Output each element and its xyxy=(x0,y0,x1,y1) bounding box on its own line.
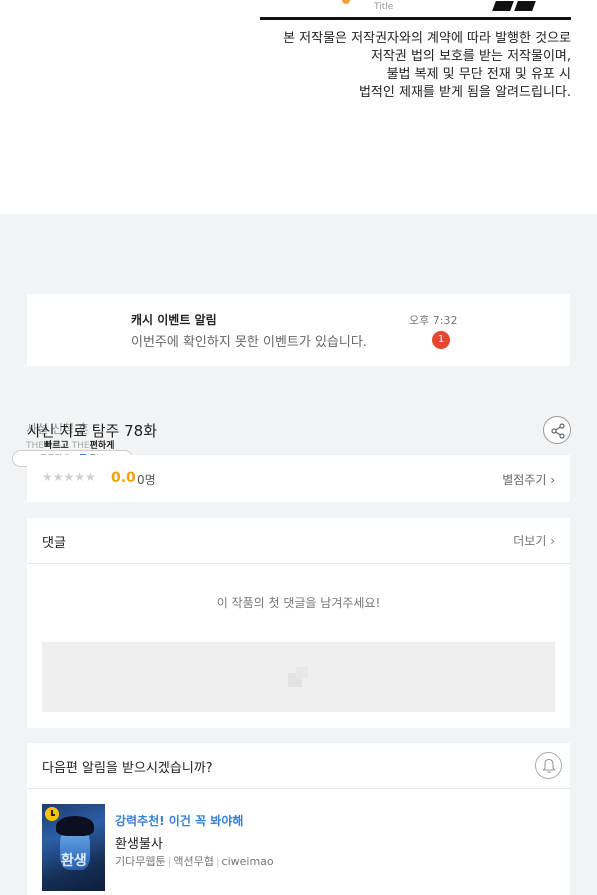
rec-genre: 기다무웹툰 xyxy=(115,855,166,868)
next-episode-section: 다음편 알림을 받으시겠습니까? 환생 강력추천! 이건 꼭 봐야해 환생불사 … xyxy=(27,743,570,895)
rating-card: ★★★★★ 0.0 0명 별점주기 › xyxy=(27,455,570,502)
event-title: 캐시 이벤트 알림 xyxy=(131,313,217,327)
comment-placeholder-icon xyxy=(288,667,308,687)
ad-overlay-text: 사설 신청 혼 xyxy=(26,422,89,436)
rating-stars-icon: ★★★★★ xyxy=(42,470,96,484)
comment-title: 댓글 xyxy=(42,536,66,551)
recommendation-label: 강력추천! 이건 꼭 봐야해 xyxy=(115,814,244,828)
rating-score: 0.0 xyxy=(111,470,136,486)
notice-line-3: 불법 복제 및 무단 전재 및 유포 시 xyxy=(386,67,571,82)
wait-free-clock-icon xyxy=(45,807,59,821)
comment-header: 댓글 더보기 › xyxy=(27,518,570,564)
copyright-notice-text: 본 저작물은 저작권자와의 계약에 따라 발행한 것으로 저작권 법의 보호를 … xyxy=(271,30,571,102)
comment-section: 댓글 더보기 › 이 작품의 첫 댓글을 남겨주세요! xyxy=(27,518,570,728)
notice-line-1: 본 저작물은 저작권자와의 계약에 따라 발행한 것으로 xyxy=(283,31,571,46)
event-count-badge: 1 xyxy=(432,331,450,349)
bell-icon xyxy=(542,758,556,773)
alert-bell-button[interactable] xyxy=(535,752,562,779)
share-icon xyxy=(551,423,565,439)
recommended-title[interactable]: 환생불사 xyxy=(115,833,163,852)
notice-line-4: 법적인 제재를 받게 됨을 알려드립니다. xyxy=(358,85,571,100)
rec-category: 액션무협 xyxy=(173,855,214,868)
logo-dot-icon xyxy=(342,0,350,4)
comment-more-link[interactable]: 더보기 › xyxy=(513,532,555,549)
logo-mark xyxy=(492,0,540,11)
copyright-notice-section: Webtoon Title 본 저작물은 저작권자와의 계약에 따라 발행한 것… xyxy=(0,0,597,214)
share-button[interactable] xyxy=(543,416,571,444)
rate-button[interactable]: 별점주기 › xyxy=(502,471,555,488)
comment-empty-message: 이 작품의 첫 댓글을 남겨주세요! xyxy=(216,596,381,610)
recommended-thumbnail[interactable]: 환생 xyxy=(42,804,105,891)
notice-divider xyxy=(260,17,571,20)
next-episode-header: 다음편 알림을 받으시겠습니까? xyxy=(27,743,570,789)
rating-count: 0명 xyxy=(137,473,156,487)
notice-line-2: 저작권 법의 보호를 받는 저작물이며, xyxy=(370,49,571,64)
next-episode-title: 다음편 알림을 받으시겠습니까? xyxy=(42,761,213,776)
comment-input-box[interactable] xyxy=(42,642,555,712)
event-time: 오후 7:32 xyxy=(409,314,458,327)
recommended-meta: 기다무웹툰 | 액션무협 | ciweimao xyxy=(115,855,274,868)
webtoon-logo: Webtoon Title xyxy=(300,0,420,12)
event-description: 이번주에 확인하지 못한 이벤트가 있습니다. xyxy=(131,335,367,350)
event-notification-card[interactable]: 캐시 이벤트 알림 이번주에 확인하지 못한 이벤트가 있습니다. 오후 7:3… xyxy=(27,294,570,366)
logo-text: Webtoon Title xyxy=(374,0,414,12)
rec-author: ciweimao xyxy=(221,855,274,868)
